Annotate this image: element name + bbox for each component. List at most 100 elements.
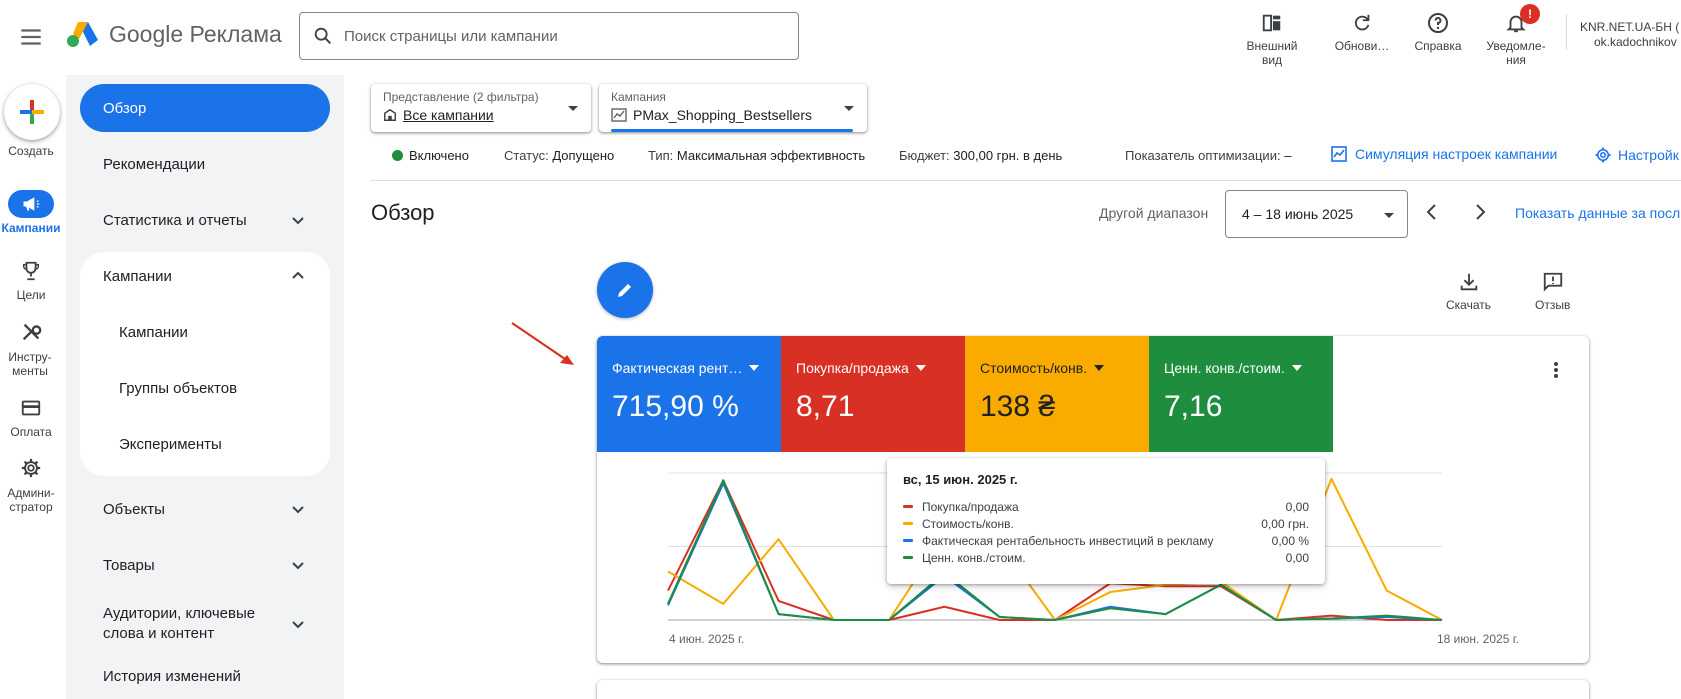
nav-products-label: Товары — [103, 556, 155, 574]
goals-rail-button[interactable] — [8, 257, 54, 285]
legend-swatch — [903, 539, 913, 542]
chevron-down-icon — [292, 217, 304, 225]
nav-audiences[interactable]: Аудитории, ключевые слова и контент — [80, 596, 330, 652]
nav-overview-label: Обзор — [103, 99, 147, 117]
view-filter[interactable]: Представление (2 фильтра) Все кампании — [371, 84, 591, 132]
nav-recommendations-label: Рекомендации — [103, 155, 206, 173]
feedback-button[interactable]: Отзыв — [1535, 270, 1570, 312]
create-label: Создать — [8, 144, 54, 158]
appearance-icon — [1261, 10, 1283, 36]
campaign-filter-indicator — [611, 129, 853, 132]
campaigns-rail-button[interactable] — [8, 190, 54, 218]
type-label: Тип: — [648, 148, 674, 163]
plus-icon — [20, 100, 44, 124]
create-button[interactable] — [4, 84, 60, 140]
metric-tile-conv-value-cost[interactable]: Ценн. конв./стоим. 7,16 — [1149, 336, 1333, 452]
legend-swatch — [903, 556, 913, 559]
google-ads-logo[interactable]: Google Реклама — [67, 20, 282, 48]
trend-icon — [611, 108, 627, 122]
refresh-icon — [1351, 10, 1373, 36]
admin-rail-button[interactable] — [8, 454, 54, 482]
nav-asset-groups-label: Группы объектов — [119, 379, 238, 397]
nav-recommendations[interactable]: Рекомендации — [80, 140, 330, 188]
status-divider — [370, 180, 1681, 181]
billing-rail-button[interactable] — [8, 394, 54, 422]
nav-products[interactable]: Товары — [80, 541, 330, 589]
view-filter-title: Представление (2 фильтра) — [383, 90, 539, 104]
caret-down-icon — [568, 106, 578, 111]
nav-assets[interactable]: Объекты — [80, 485, 330, 533]
metric-value: 138 ₴ — [980, 390, 1056, 423]
show-data-link[interactable]: Показать данные за посл — [1515, 205, 1680, 221]
refresh-label: Обнови… — [1334, 39, 1390, 53]
nav-history-label: История изменений — [103, 667, 241, 685]
chevron-down-icon — [292, 562, 304, 570]
metric-name: Покупка/продажа — [796, 360, 909, 376]
chevron-down-icon — [292, 506, 304, 514]
campaign-type: Тип: Максимальная эффективность — [648, 148, 865, 163]
caret-down-icon — [915, 365, 926, 371]
nav-campaigns-group-header[interactable]: Кампании — [80, 252, 330, 300]
feedback-icon — [1543, 272, 1562, 292]
tools-rail-button[interactable] — [8, 318, 54, 346]
nav-stats[interactable]: Статистика и отчеты — [80, 196, 330, 244]
metric-tile-purchase[interactable]: Покупка/продажа 8,71 — [781, 336, 965, 452]
page-title: Обзор — [371, 200, 435, 225]
refresh-button[interactable]: Обнови… — [1322, 10, 1402, 53]
download-icon — [1460, 273, 1477, 291]
download-button[interactable]: Скачать — [1446, 270, 1491, 312]
edit-chart-button[interactable] — [597, 262, 653, 318]
tooltip-row-value: 0,00 % — [1271, 533, 1309, 548]
search-box[interactable] — [299, 12, 799, 60]
nav-campaigns-label: Кампании — [119, 323, 188, 341]
nav-stats-label: Статистика и отчеты — [103, 211, 247, 229]
date-range-picker[interactable]: 4 – 18 июнь 2025 — [1225, 190, 1408, 238]
nav-overview[interactable]: Обзор — [80, 84, 330, 132]
enabled-label: Включено — [409, 148, 469, 163]
account-name: KNR.NET.UA-БН ( — [1580, 20, 1680, 34]
opt-label: Показатель оптимизации: — [1125, 148, 1281, 163]
appearance-button[interactable]: Внешний вид — [1232, 10, 1312, 67]
budget-value: 300,00 грн. в день — [953, 148, 1063, 163]
notifications-button[interactable]: ! Уведомле-ния — [1476, 4, 1556, 67]
prev-range-button[interactable] — [1422, 202, 1442, 222]
nav-history[interactable]: История изменений — [80, 652, 330, 699]
tooltip-row-name: Ценн. конв./стоим. — [922, 550, 1026, 565]
status-label: Статус: — [504, 148, 549, 163]
budget-label: Бюджет: — [899, 148, 950, 163]
campaign-filter[interactable]: Кампания PMax_Shopping_Bestsellers — [599, 84, 867, 132]
tools-icon — [22, 323, 42, 341]
nav-asset-groups[interactable]: Группы объектов — [80, 364, 330, 412]
settings-link[interactable]: Настройк — [1594, 146, 1679, 164]
metric-value: 7,16 — [1164, 390, 1223, 423]
tooltip-row-name: Покупка/продажа — [922, 499, 1019, 514]
chevron-left-icon — [1426, 204, 1436, 220]
next-range-button[interactable] — [1470, 202, 1490, 222]
main-menu-icon[interactable] — [18, 24, 44, 50]
more-options-button[interactable] — [1552, 360, 1560, 380]
chart-tooltip: вс, 15 июн. 2025 г. Покупка/продажа 0,00 … — [887, 458, 1325, 584]
campaign-enabled-status[interactable]: Включено — [392, 148, 469, 163]
admin-rail-label: Админи-стратор — [7, 486, 55, 514]
chevron-up-icon — [292, 271, 304, 279]
tooltip-row: Стоимость/конв. 0,00 грн. — [903, 515, 1309, 532]
simulation-link[interactable]: Симуляция настроек кампании — [1331, 146, 1557, 162]
caret-down-icon — [1291, 365, 1302, 371]
tooltip-row-name: Фактическая рентабельность инвестиций в … — [922, 533, 1214, 548]
feedback-label: Отзыв — [1535, 298, 1571, 312]
metric-tile-cost-per-conv[interactable]: Стоимость/конв. 138 ₴ — [965, 336, 1149, 452]
account-email: ok.kadochnikov — [1594, 35, 1677, 49]
tooltip-row-value: 0,00 — [1285, 499, 1309, 514]
account-switcher[interactable]: KNR.NET.UA-БН ( ok.kadochnikov — [1580, 20, 1679, 50]
help-button[interactable]: Справка — [1398, 10, 1478, 53]
approval-status: Статус: Допущено — [504, 148, 614, 163]
secondary-card — [597, 680, 1589, 699]
caret-down-icon — [1384, 213, 1394, 218]
metric-tile-roas[interactable]: Фактическая рент… 715,90 % — [597, 336, 781, 452]
goals-rail-label: Цели — [16, 288, 46, 302]
legend-swatch — [903, 522, 913, 525]
search-input[interactable] — [344, 27, 784, 45]
nav-experiments[interactable]: Эксперименты — [80, 420, 330, 468]
chevron-down-icon — [292, 621, 304, 629]
nav-campaigns[interactable]: Кампании — [80, 308, 330, 356]
